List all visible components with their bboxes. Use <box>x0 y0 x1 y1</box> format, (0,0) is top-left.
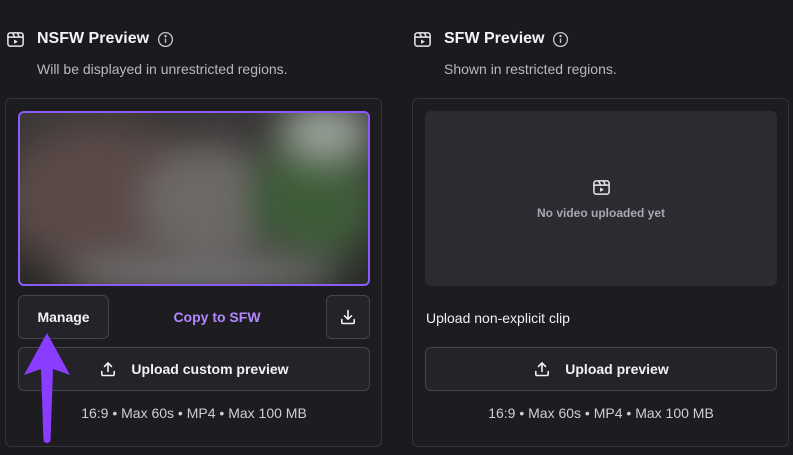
sfw-header: SFW Preview Shown in restricted regions. <box>413 0 617 77</box>
info-icon[interactable] <box>552 31 569 48</box>
upload-preview-label: Upload preview <box>565 361 669 377</box>
sfw-empty-video: No video uploaded yet <box>425 111 777 286</box>
upload-icon <box>99 360 117 378</box>
upload-clip-label: Upload non-explicit clip <box>426 310 570 326</box>
preview-settings: NSFW Preview Will be displayed in unrest… <box>0 0 793 455</box>
download-icon <box>339 308 357 326</box>
copy-to-sfw-button[interactable]: Copy to SFW <box>156 295 278 339</box>
sfw-title: SFW Preview <box>444 30 545 47</box>
sfw-subtitle: Shown in restricted regions. <box>444 61 617 77</box>
nsfw-header: NSFW Preview Will be displayed in unrest… <box>6 0 288 77</box>
empty-message: No video uploaded yet <box>536 205 665 220</box>
download-button[interactable] <box>326 295 370 339</box>
sfw-specs: 16:9 • Max 60s • MP4 • Max 100 MB <box>488 405 714 421</box>
upload-custom-preview-label: Upload custom preview <box>131 361 289 377</box>
nsfw-title: NSFW Preview <box>37 30 150 47</box>
copy-to-sfw-label: Copy to SFW <box>173 309 261 325</box>
upload-preview-button[interactable]: Upload preview <box>425 347 777 391</box>
nsfw-video-thumbnail[interactable] <box>18 111 370 286</box>
nsfw-subtitle: Will be displayed in unrestricted region… <box>37 61 288 77</box>
video-clip-icon <box>413 30 432 49</box>
upload-icon <box>533 360 551 378</box>
arrow-up-icon <box>22 333 72 450</box>
manage-button-label: Manage <box>37 309 90 325</box>
video-clip-icon <box>6 30 25 49</box>
video-clip-icon <box>592 178 611 197</box>
info-icon[interactable] <box>157 31 174 48</box>
sfw-panel: No video uploaded yet Upload non-explici… <box>412 98 789 447</box>
